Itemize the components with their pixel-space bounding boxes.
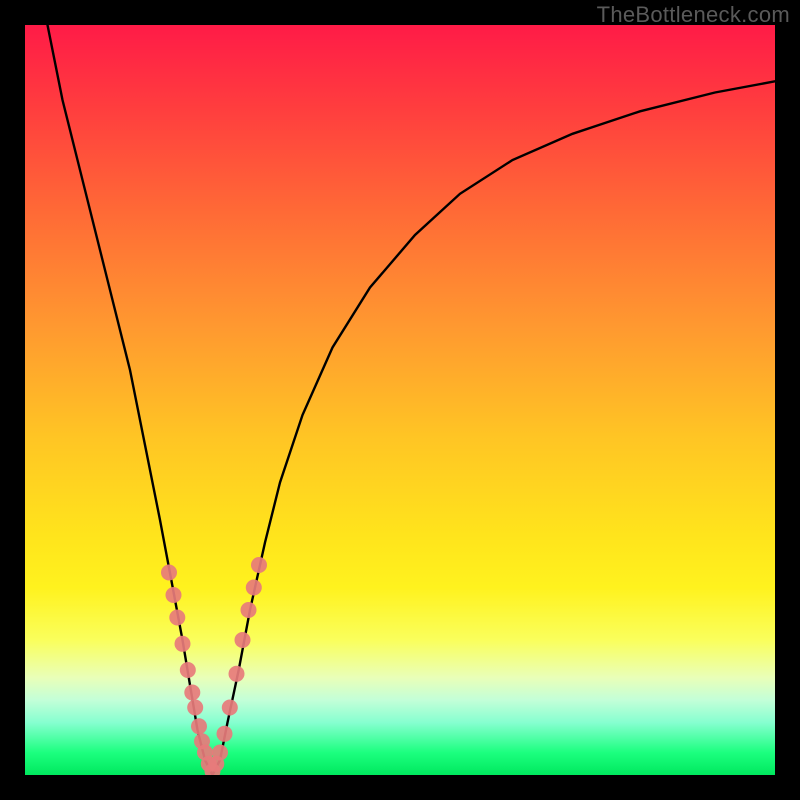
highlight-dot <box>241 602 257 618</box>
plot-area <box>25 25 775 775</box>
chart-svg <box>25 25 775 775</box>
highlight-dot <box>251 557 267 573</box>
highlight-dot <box>246 580 262 596</box>
watermark-text: TheBottleneck.com <box>597 2 790 28</box>
highlight-dot <box>187 700 203 716</box>
highlight-dot <box>235 632 251 648</box>
highlight-dot <box>175 636 191 652</box>
highlight-dot <box>184 685 200 701</box>
highlight-dots <box>161 557 267 775</box>
highlight-dot <box>191 718 207 734</box>
highlight-dot <box>212 745 228 761</box>
outer-frame: TheBottleneck.com <box>0 0 800 800</box>
highlight-dot <box>222 700 238 716</box>
highlight-dot <box>217 726 233 742</box>
highlight-dot <box>166 587 182 603</box>
highlight-dot <box>229 666 245 682</box>
highlight-dot <box>161 565 177 581</box>
highlight-dot <box>180 662 196 678</box>
bottleneck-curve <box>48 25 776 775</box>
highlight-dot <box>169 610 185 626</box>
